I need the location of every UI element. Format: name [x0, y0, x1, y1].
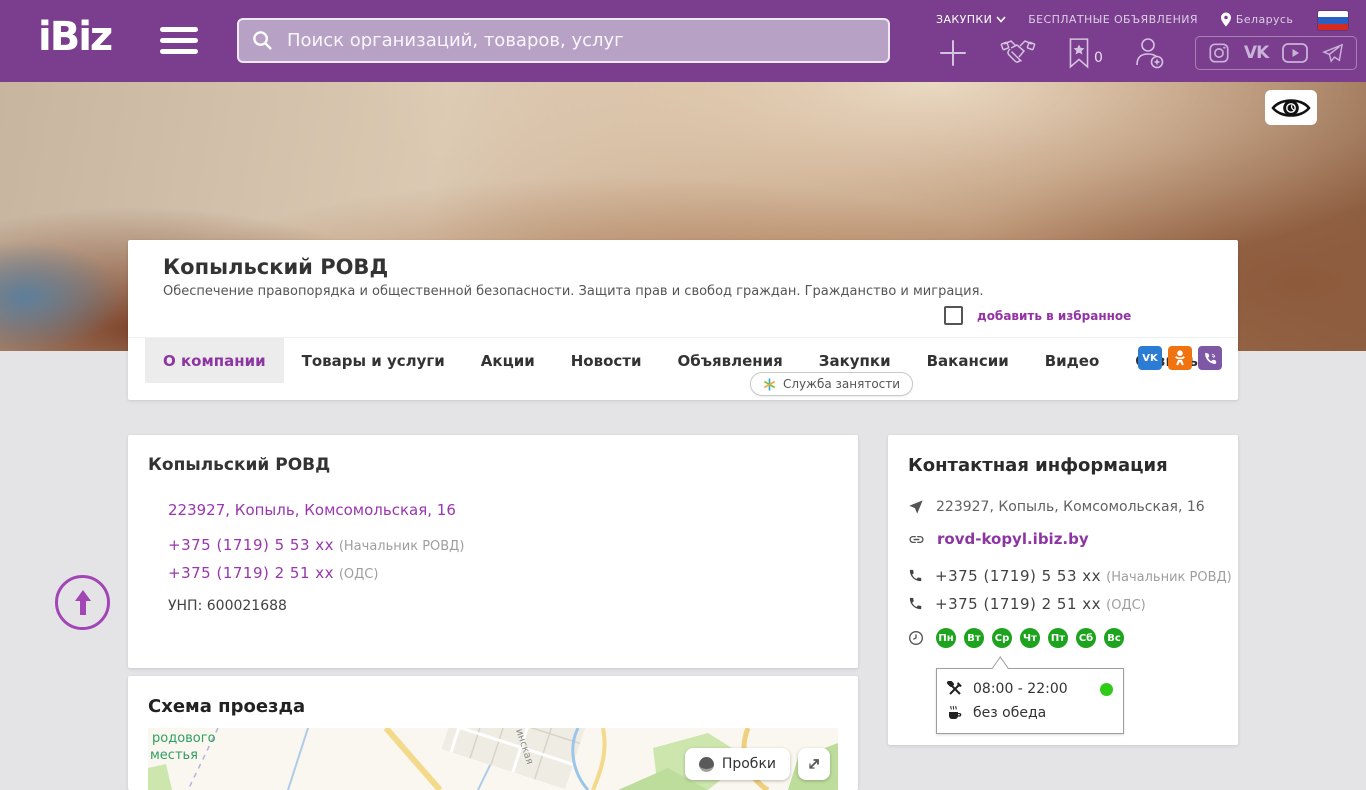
company-tabbar: О компании Товары и услуги Акции Новости…: [128, 337, 1238, 383]
views-eye-icon[interactable]: [1265, 90, 1317, 125]
company-description: Обеспечение правопорядка и общественной …: [163, 284, 984, 299]
coffee-icon: [949, 705, 962, 719]
add-to-favorites[interactable]: добавить в избранное: [944, 306, 1131, 325]
header-social-links: VK: [1194, 36, 1358, 70]
contact-address-row: 223927, Копыль, Комсомольская, 16: [908, 499, 1205, 515]
lunch-info: без обеда: [973, 705, 1047, 721]
viber-button[interactable]: [1198, 346, 1222, 370]
contact-phone[interactable]: +375 (1719) 5 53 xx: [935, 567, 1101, 585]
navigation-icon: [909, 500, 923, 514]
company-website-link[interactable]: rovd-kopyl.ibiz.by: [937, 530, 1089, 548]
location-pin-icon: [1220, 12, 1231, 27]
snowflake-icon: [763, 377, 776, 391]
search-bar: [237, 18, 890, 63]
working-hours: 08:00 - 22:00: [973, 681, 1068, 697]
company-unp: УНП: 600021688: [168, 598, 287, 614]
contact-phone[interactable]: +375 (1719) 2 51 xx: [935, 595, 1101, 613]
clock-icon: [909, 631, 923, 645]
day-badge[interactable]: Ср: [992, 628, 1012, 648]
employment-service-tooltip: Служба занятости: [750, 372, 914, 396]
tools-icon: [947, 681, 962, 695]
handshake-icon[interactable]: [1000, 38, 1036, 68]
favorites-label: добавить в избранное: [977, 308, 1132, 323]
day-badge[interactable]: Вт: [964, 628, 984, 648]
phone-line: +375 (1719) 2 51 xx (ОДС): [168, 564, 378, 582]
language-flag-icon[interactable]: [1318, 11, 1348, 30]
phone-note: (ОДС): [338, 567, 379, 582]
expand-icon: [809, 759, 819, 769]
instagram-icon[interactable]: [1208, 42, 1230, 64]
vk-icon[interactable]: VK: [1244, 43, 1269, 63]
company-social-buttons: VK: [1138, 346, 1222, 370]
phone-line: +375 (1719) 5 53 xx (Начальник РОВД): [168, 536, 464, 554]
phone-note: (Начальник РОВД): [338, 539, 465, 554]
tab-vacancies[interactable]: Вакансии: [909, 338, 1027, 383]
telegram-icon[interactable]: [1322, 43, 1344, 63]
company-address-link[interactable]: 223927, Копыль, Комсомольская, 16: [168, 501, 456, 519]
phone-icon: [909, 597, 922, 610]
traffic-button[interactable]: Пробки: [684, 748, 790, 780]
working-hours-tooltip: 08:00 - 22:00 без обеда: [936, 668, 1124, 734]
working-days-row: Пн Вт Ср Чт Пт Сб Вс: [908, 628, 1124, 648]
header-actions: 0 VK: [936, 36, 1358, 70]
nav-procurement[interactable]: ЗАКУПКИ: [936, 13, 1006, 26]
day-badge[interactable]: Пн: [936, 628, 956, 648]
youtube-icon[interactable]: [1282, 43, 1309, 63]
open-now-indicator: [1100, 682, 1113, 696]
working-days: Пн Вт Ср Чт Пт Сб Вс: [936, 628, 1124, 648]
person-add-icon[interactable]: [1133, 36, 1165, 70]
add-company-icon[interactable]: [936, 36, 970, 70]
search-icon: [251, 29, 274, 52]
logo[interactable]: iBiz: [38, 14, 113, 60]
tab-about[interactable]: О компании: [145, 338, 284, 383]
company-info-card: Копыльский РОВД 223927, Копыль, Комсомол…: [128, 435, 858, 668]
favorites-bookmark-icon[interactable]: 0: [1066, 37, 1103, 69]
odnoklassniki-button[interactable]: [1168, 346, 1192, 370]
tab-video[interactable]: Видео: [1027, 338, 1118, 383]
day-badge[interactable]: Вс: [1104, 628, 1124, 648]
menu-icon[interactable]: [160, 27, 198, 60]
map-label: родового: [152, 731, 216, 746]
link-icon: [909, 535, 924, 543]
nav-free-ads[interactable]: БЕСПЛАТНЫЕ ОБЪЯВЛЕНИЯ: [1028, 13, 1198, 26]
map-card: Схема проезда родового местья инская Про…: [128, 676, 858, 790]
company-title: Копыльский РОВД: [163, 255, 389, 279]
phone-number[interactable]: +375 (1719) 2 51 xx: [168, 564, 334, 582]
nav-country[interactable]: Беларусь: [1220, 12, 1293, 27]
phone-icon: [909, 569, 922, 582]
search-input[interactable]: [237, 18, 890, 63]
phone-number[interactable]: +375 (1719) 5 53 xx: [168, 536, 334, 554]
header: iBiz ЗАКУПКИ БЕСПЛАТНЫЕ ОБЪЯВЛЕНИЯ Белар…: [0, 0, 1366, 82]
chevron-down-icon: [996, 16, 1006, 23]
contact-phone-row: +375 (1719) 5 53 xx (Начальник РОВД): [908, 566, 1232, 585]
contact-card-title: Контактная информация: [908, 455, 1168, 476]
contact-website-row: rovd-kopyl.ibiz.by: [908, 530, 1089, 548]
map-card-title: Схема проезда: [148, 696, 306, 717]
info-card-title: Копыльский РОВД: [148, 455, 331, 475]
vk-button[interactable]: VK: [1138, 346, 1162, 370]
day-badge[interactable]: Чт: [1020, 628, 1040, 648]
traffic-icon: [698, 756, 714, 772]
fullscreen-button[interactable]: [798, 748, 830, 780]
svg-text:местья: местья: [150, 748, 198, 763]
map-canvas[interactable]: родового местья инская Пробки: [148, 728, 838, 790]
tab-products[interactable]: Товары и услуги: [284, 338, 463, 383]
day-badge[interactable]: Пт: [1048, 628, 1068, 648]
scroll-to-top-button[interactable]: [55, 575, 110, 630]
favorites-count: 0: [1094, 50, 1103, 66]
company-header-card: Копыльский РОВД Обеспечение правопорядка…: [128, 240, 1238, 400]
tab-promos[interactable]: Акции: [463, 338, 553, 383]
tab-news[interactable]: Новости: [553, 338, 660, 383]
contact-phone-row: +375 (1719) 2 51 xx (ОДС): [908, 594, 1146, 613]
arrow-up-icon: [74, 589, 91, 615]
header-nav: ЗАКУПКИ БЕСПЛАТНЫЕ ОБЪЯВЛЕНИЯ Беларусь: [936, 12, 1293, 27]
contact-address: 223927, Копыль, Комсомольская, 16: [936, 499, 1205, 515]
day-badge[interactable]: Сб: [1076, 628, 1096, 648]
contact-info-card: Контактная информация 223927, Копыль, Ко…: [888, 435, 1238, 745]
favorites-checkbox[interactable]: [944, 306, 963, 325]
